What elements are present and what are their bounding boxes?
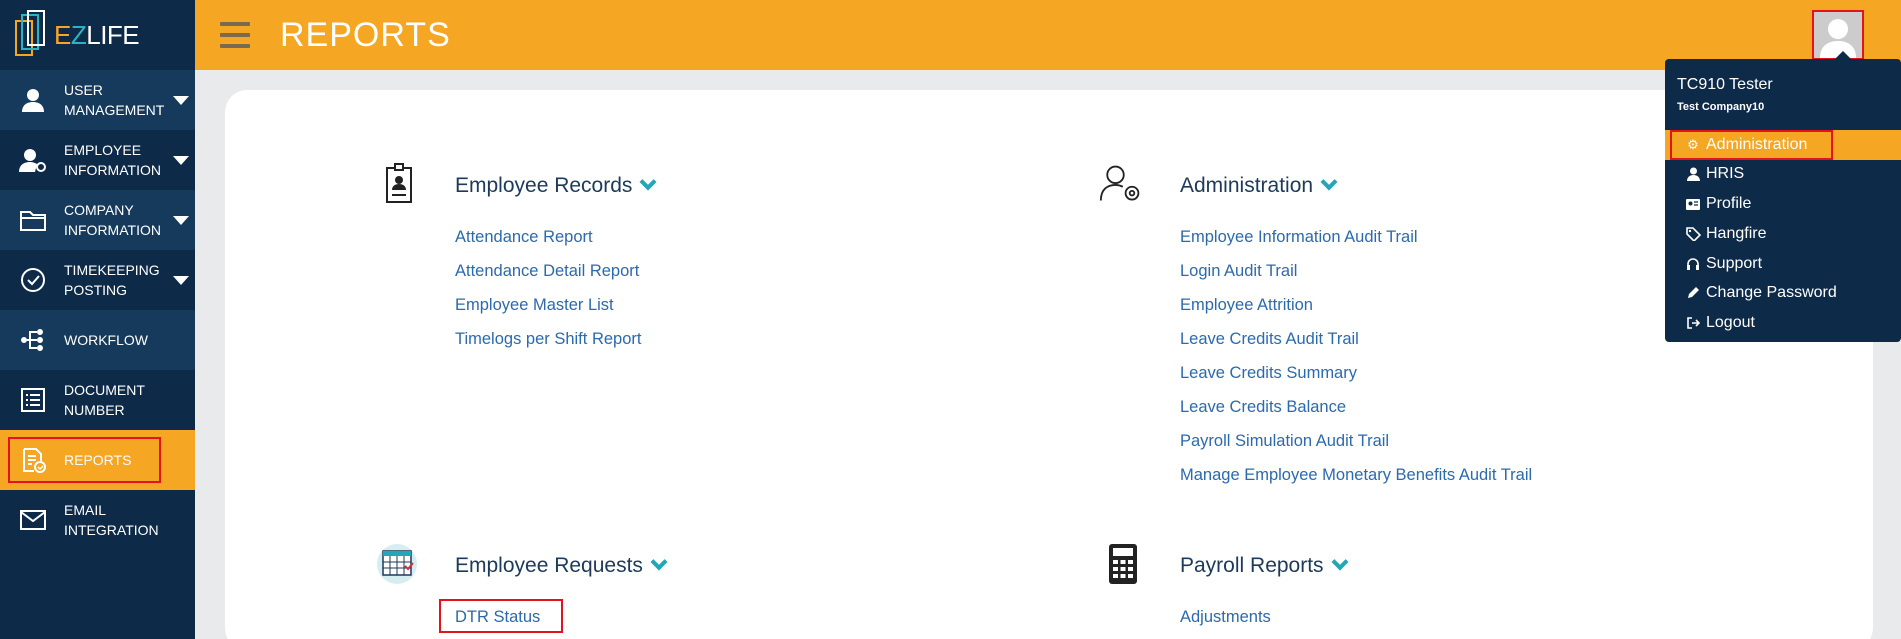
report-link[interactable]: Employee Master List — [455, 288, 641, 322]
folder-icon — [18, 205, 48, 235]
sidebar-item-company-information[interactable]: COMPANY INFORMATION — [0, 190, 195, 250]
chevron-down-icon[interactable] — [1320, 173, 1338, 191]
top-header: REPORTS — [195, 0, 1901, 70]
menu-item-support[interactable]: Support — [1665, 249, 1901, 279]
caret-down-icon — [173, 216, 189, 225]
user-dropdown-menu: TC910 Tester Test Company10 ⚙ Administrat… — [1665, 51, 1901, 342]
report-link[interactable]: Timelogs per Shift Report — [455, 322, 641, 356]
chevron-down-icon[interactable] — [1331, 553, 1349, 571]
menu-item-change-password[interactable]: Change Password — [1665, 278, 1901, 308]
user-company: Test Company10 — [1677, 101, 1765, 113]
section-title-administration[interactable]: Administration — [1180, 173, 1338, 198]
report-link[interactable]: Payroll Simulation Audit Trail — [1180, 424, 1532, 458]
report-link[interactable]: Login Audit Trail — [1180, 254, 1532, 288]
sidebar-item-timekeeping-posting[interactable]: TIMEKEEPING POSTING — [0, 250, 195, 310]
report-link[interactable]: Leave Credits Balance — [1180, 390, 1532, 424]
reports-card: Employee Records Attendance Report Atten… — [225, 90, 1873, 639]
user-icon — [18, 85, 48, 115]
highlight-box — [8, 437, 161, 483]
envelope-icon — [18, 505, 48, 535]
logo-text: EZLIFE — [54, 19, 140, 50]
sidebar: EZLIFE USER MANAGEMENT EMPLOYEE INFORMAT… — [0, 0, 195, 639]
caret-down-icon — [173, 96, 189, 105]
report-link[interactable]: Leave Credits Summary — [1180, 356, 1532, 390]
caret-down-icon — [173, 276, 189, 285]
logout-icon — [1685, 315, 1701, 331]
sidebar-item-workflow[interactable]: WORKFLOW — [0, 310, 195, 370]
chevron-down-icon[interactable] — [650, 553, 668, 571]
highlight-box — [1670, 130, 1833, 160]
user-icon — [1685, 166, 1701, 182]
user-gear-icon — [18, 145, 48, 175]
calculator-icon — [1109, 544, 1137, 584]
report-link[interactable]: Manage Employee Monetary Benefits Audit … — [1180, 458, 1532, 492]
report-link[interactable]: Attendance Report — [455, 220, 641, 254]
report-link[interactable]: Employee Information Audit Trail — [1180, 220, 1532, 254]
page-title: REPORTS — [280, 16, 451, 54]
sidebar-item-employee-information[interactable]: EMPLOYEE INFORMATION — [0, 130, 195, 190]
hamburger-menu-icon[interactable] — [220, 22, 250, 48]
section-title-payroll-reports[interactable]: Payroll Reports — [1180, 553, 1349, 578]
pencil-icon — [1685, 285, 1701, 301]
id-badge-icon — [1685, 196, 1701, 212]
tags-icon — [1685, 226, 1701, 242]
employee-records-links: Attendance Report Attendance Detail Repo… — [455, 220, 641, 356]
report-link[interactable]: Attendance Detail Report — [455, 254, 641, 288]
report-link[interactable]: Adjustments — [1180, 600, 1271, 634]
sidebar-item-email-integration[interactable]: EMAIL INTEGRATION — [0, 490, 195, 550]
sidebar-item-label: DOCUMENT NUMBER — [64, 382, 145, 418]
calendar-icon — [377, 544, 417, 584]
caret-down-icon — [173, 156, 189, 165]
report-link[interactable]: Leave Credits Audit Trail — [1180, 322, 1532, 356]
sidebar-item-label: TIMEKEEPING POSTING — [64, 262, 160, 298]
sidebar-item-label: COMPANY INFORMATION — [64, 202, 161, 238]
sidebar-item-label: USER MANAGEMENT — [64, 82, 165, 118]
sidebar-item-label: EMAIL INTEGRATION — [64, 502, 159, 538]
administration-links: Employee Information Audit Trail Login A… — [1180, 220, 1532, 492]
user-name: TC910 Tester — [1677, 76, 1773, 93]
id-card-icon — [386, 163, 412, 203]
menu-item-logout[interactable]: Logout — [1665, 308, 1901, 338]
chevron-down-icon[interactable] — [639, 173, 657, 191]
menu-item-profile[interactable]: Profile — [1665, 189, 1901, 219]
sidebar-item-label: EMPLOYEE INFORMATION — [64, 142, 161, 178]
list-icon — [18, 385, 48, 415]
report-link[interactable]: Employee Attrition — [1180, 288, 1532, 322]
sidebar-item-document-number[interactable]: DOCUMENT NUMBER — [0, 370, 195, 430]
payroll-reports-links: Adjustments — [1180, 600, 1271, 634]
user-settings-icon — [1099, 165, 1140, 201]
check-circle-icon — [18, 265, 48, 295]
workflow-icon — [18, 325, 48, 355]
menu-item-hris[interactable]: HRIS — [1665, 159, 1901, 189]
sidebar-item-user-management[interactable]: USER MANAGEMENT — [0, 70, 195, 130]
headphones-icon — [1685, 256, 1701, 272]
logo-mark-icon — [15, 10, 45, 56]
logo[interactable]: EZLIFE — [0, 0, 195, 70]
section-title-employee-records[interactable]: Employee Records — [455, 173, 657, 198]
highlight-box — [439, 599, 563, 633]
menu-item-hangfire[interactable]: Hangfire — [1665, 219, 1901, 249]
section-title-employee-requests[interactable]: Employee Requests — [455, 553, 668, 578]
sidebar-item-label: WORKFLOW — [64, 332, 148, 348]
